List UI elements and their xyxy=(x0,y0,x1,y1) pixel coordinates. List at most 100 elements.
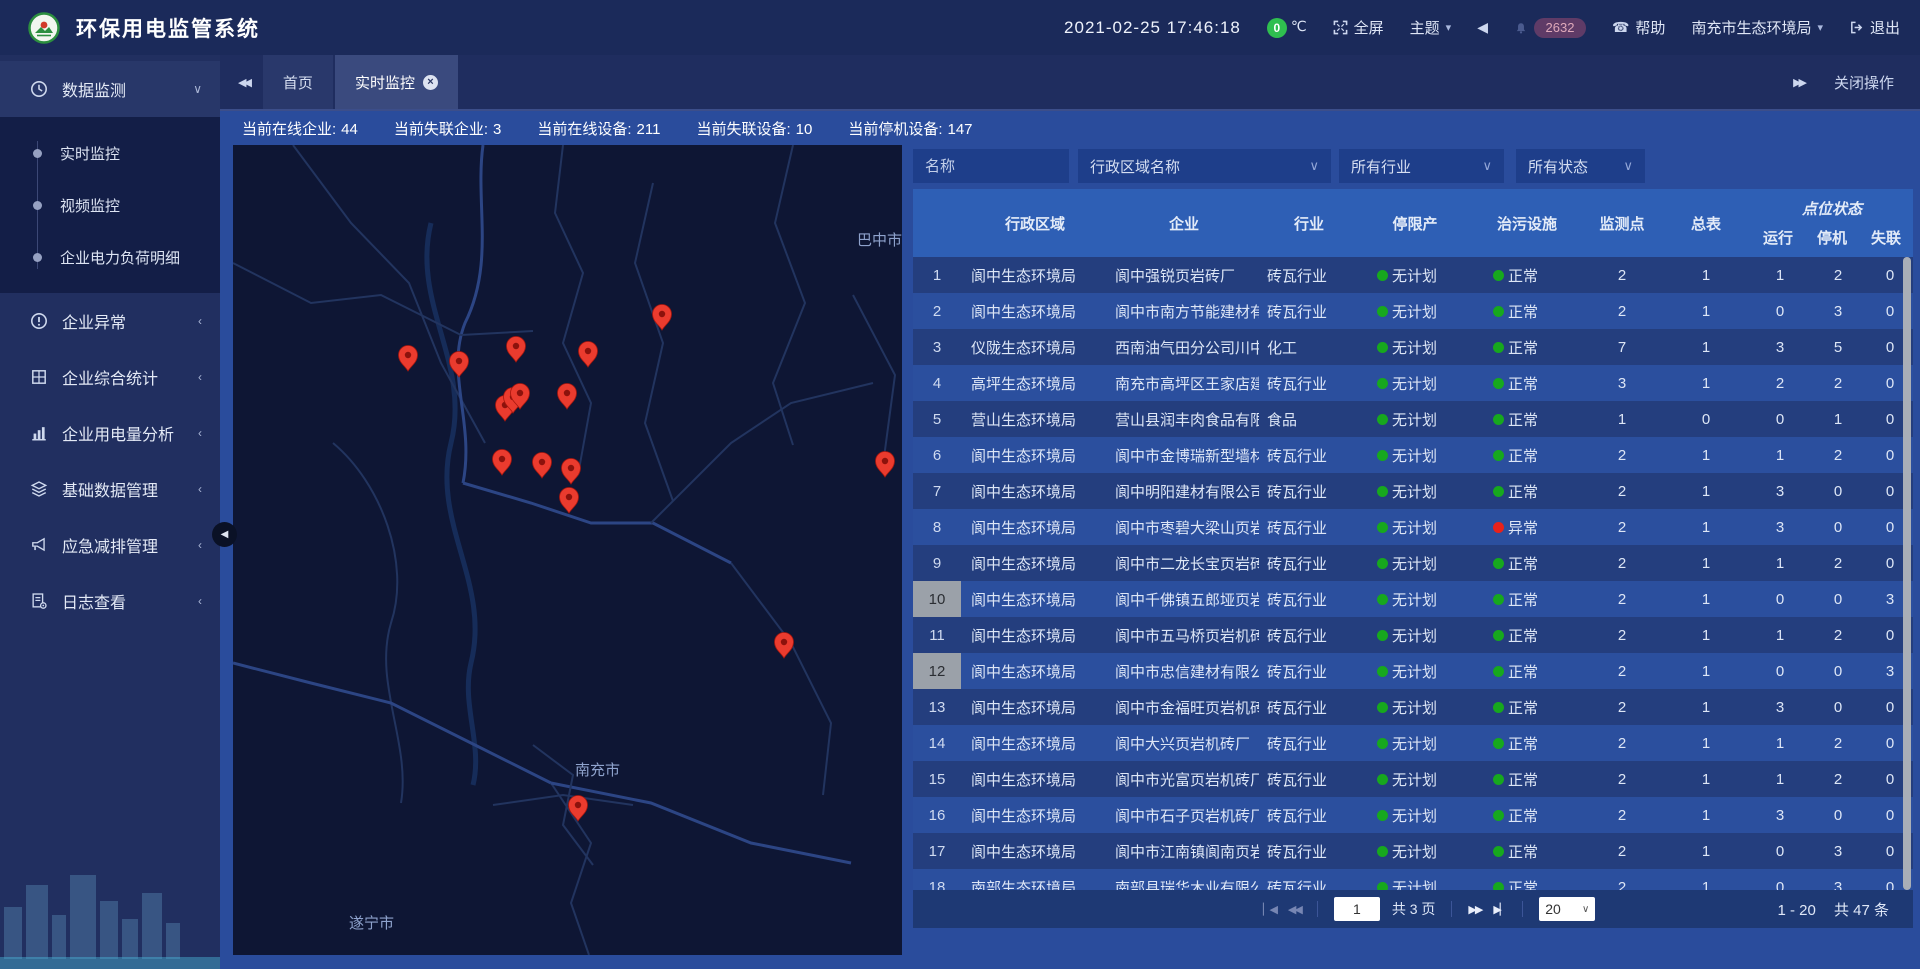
map-pin-icon[interactable] xyxy=(558,384,577,410)
monitor-count-cell: 2 xyxy=(1583,653,1661,689)
table-row[interactable]: 9阆中生态环境局阆中市二龙长宝页岩砖砖瓦行业无计划正常21120 xyxy=(913,545,1913,581)
next-page-icon[interactable]: ▶▶ xyxy=(1468,903,1481,916)
tabs-scroll-left-icon[interactable]: ◀◀ xyxy=(238,76,249,89)
map-pin-icon[interactable] xyxy=(533,453,552,479)
tabs-scroll-right-icon[interactable]: ▶▶ xyxy=(1793,76,1804,89)
volume-button[interactable]: ◀ xyxy=(1477,19,1488,36)
tab-home[interactable]: 首页 xyxy=(263,55,333,109)
tab-label: 首页 xyxy=(283,72,313,93)
total-pages-label: 共 3 页 xyxy=(1392,899,1436,919)
sidebar-item-base-data-management[interactable]: 基础数据管理‹ xyxy=(0,461,220,517)
industry-select[interactable]: 所有行业 ∨ xyxy=(1339,149,1504,183)
sidebar-item-power-usage-analysis[interactable]: 企业用电量分析‹ xyxy=(0,405,220,461)
table-row[interactable]: 12阆中生态环境局阆中市忠信建材有限公砖瓦行业无计划正常21003 xyxy=(913,653,1913,689)
sidebar-collapse-handle[interactable]: ◀ xyxy=(212,522,237,547)
table-row[interactable]: 7阆中生态环境局阆中明阳建材有限公司砖瓦行业无计划正常21300 xyxy=(913,473,1913,509)
map-pin-icon[interactable] xyxy=(653,305,672,331)
status-dot-icon xyxy=(1493,594,1504,605)
table-row[interactable]: 5营山生态环境局营山县润丰肉食品有限食品无计划正常10010 xyxy=(913,401,1913,437)
table-row[interactable]: 6阆中生态环境局阆中市金博瑞新型墙材砖瓦行业无计划正常21120 xyxy=(913,437,1913,473)
map-pin-icon[interactable] xyxy=(562,459,581,485)
row-index-cell: 16 xyxy=(913,797,961,833)
stop-status-cell: 无计划 xyxy=(1359,473,1471,509)
page-number-input[interactable] xyxy=(1334,897,1380,921)
notifications-button[interactable]: 2632 xyxy=(1514,18,1586,38)
map-city-labels: 巴中市南充市遂宁市 xyxy=(349,232,902,932)
stats-bar: 当前在线企业:44当前失联企业:3当前在线设备:211当前失联设备:10当前停机… xyxy=(220,111,1920,145)
stopped-count-cell: 2 xyxy=(1809,545,1867,581)
sidebar-subitem-realtime-monitor[interactable]: 实时监控 xyxy=(0,127,220,179)
table-row[interactable]: 3仪陇生态环境局西南油气田分公司川中化工无计划正常71350 xyxy=(913,329,1913,365)
sidebar-item-log-view[interactable]: 日志查看‹ xyxy=(0,573,220,629)
region-cell: 阆中生态环境局 xyxy=(961,437,1109,473)
table-row[interactable]: 11阆中生态环境局阆中市五马桥页岩机砖砖瓦行业无计划正常21120 xyxy=(913,617,1913,653)
map-pin-icon[interactable] xyxy=(876,452,895,478)
fullscreen-button[interactable]: 全屏 xyxy=(1333,17,1384,38)
gauge-icon xyxy=(30,80,48,98)
row-index-cell: 13 xyxy=(913,689,961,725)
table-row[interactable]: 8阆中生态环境局阆中市枣碧大梁山页岩砖瓦行业无计划异常21300 xyxy=(913,509,1913,545)
sidebar-item-label: 企业综合统计 xyxy=(62,365,198,389)
range-label: 1 - 20 xyxy=(1777,902,1815,919)
org-dropdown[interactable]: 南充市生态环境局 ▾ xyxy=(1691,17,1823,38)
prev-page-icon[interactable]: ◀◀ xyxy=(1288,903,1301,916)
logout-button[interactable]: 退出 xyxy=(1849,17,1900,38)
pagination-bar: ▏◀ ◀◀ 共 3 页 ▶▶ ▶▏ 20 ∨ 1 - 20 共 xyxy=(913,890,1913,928)
status-select[interactable]: 所有状态 ∨ xyxy=(1516,149,1645,183)
map-city-label: 南充市 xyxy=(575,762,620,779)
map-panel[interactable]: 巴中市南充市遂宁市 xyxy=(233,145,902,955)
sidebar-item-emergency-reduction[interactable]: 应急减排管理‹ xyxy=(0,517,220,573)
running-count-cell: 3 xyxy=(1751,689,1809,725)
table-row[interactable]: 13阆中生态环境局阆中市金福旺页岩机砖砖瓦行业无计划正常21300 xyxy=(913,689,1913,725)
help-button[interactable]: ☎ 帮助 xyxy=(1612,17,1665,38)
sidebar-item-data-monitoring[interactable]: 数据监测∨ xyxy=(0,61,220,117)
table-row[interactable]: 15阆中生态环境局阆中市光富页岩机砖厂砖瓦行业无计划正常21120 xyxy=(913,761,1913,797)
sidebar-item-enterprise-abnormal[interactable]: 企业异常‹ xyxy=(0,293,220,349)
first-page-icon[interactable]: ▏◀ xyxy=(1263,903,1276,916)
table-row[interactable]: 18南部生态环境局南部县瑞华木业有限公砖瓦行业无计划正常21030 xyxy=(913,869,1913,890)
close-operations-button[interactable]: 关闭操作 xyxy=(1834,72,1894,93)
row-index-cell: 2 xyxy=(913,293,961,329)
name-search-input[interactable] xyxy=(913,149,1069,183)
sidebar-item-enterprise-statistics[interactable]: 企业综合统计‹ xyxy=(0,349,220,405)
status-dot-icon xyxy=(1493,702,1504,713)
table-row[interactable]: 1阆中生态环境局阆中强锐页岩砖厂砖瓦行业无计划正常21120 xyxy=(913,257,1913,293)
sidebar-subitem-video-monitor[interactable]: 视频监控 xyxy=(0,179,220,231)
region-select[interactable]: 行政区域名称 ∨ xyxy=(1078,149,1331,183)
stopped-count-cell: 0 xyxy=(1809,797,1867,833)
temperature-widget: 0 ℃ xyxy=(1267,18,1307,38)
page-size-select[interactable]: 20 ∨ xyxy=(1539,897,1595,921)
map-pin-icon[interactable] xyxy=(569,796,588,822)
close-icon[interactable]: × xyxy=(423,75,438,90)
stat-value: 3 xyxy=(493,121,501,138)
total-meter-cell: 1 xyxy=(1661,509,1751,545)
stop-status-cell: 无计划 xyxy=(1359,545,1471,581)
facility-status-cell: 正常 xyxy=(1471,257,1583,293)
stop-status-cell: 无计划 xyxy=(1359,437,1471,473)
map-pin-icon[interactable] xyxy=(775,633,794,659)
table-row[interactable]: 16阆中生态环境局阆中市石子页岩机砖厂砖瓦行业无计划正常21300 xyxy=(913,797,1913,833)
table-row[interactable]: 4高坪生态环境局南充市高坪区王家店建砖瓦行业无计划正常31220 xyxy=(913,365,1913,401)
column-header-company: 企业 xyxy=(1109,189,1259,257)
sidebar-subitem-power-load-detail[interactable]: 企业电力负荷明细 xyxy=(0,231,220,283)
tab-realtime[interactable]: 实时监控× xyxy=(335,55,458,109)
status-dot-icon xyxy=(1377,666,1388,677)
map-pin-icon[interactable] xyxy=(507,337,526,363)
map-pin-icon[interactable] xyxy=(493,450,512,476)
last-page-icon[interactable]: ▶▏ xyxy=(1493,903,1506,916)
map-pin-icon[interactable] xyxy=(560,488,579,514)
map-pin-icon[interactable] xyxy=(399,346,418,372)
table-row[interactable]: 17阆中生态环境局阆中市江南镇阆南页岩砖瓦行业无计划正常21030 xyxy=(913,833,1913,869)
table-scrollbar[interactable] xyxy=(1903,257,1911,890)
table-row[interactable]: 2阆中生态环境局阆中市南方节能建材有砖瓦行业无计划正常21030 xyxy=(913,293,1913,329)
total-meter-cell: 1 xyxy=(1661,581,1751,617)
status-dot-icon xyxy=(1493,630,1504,641)
map-pin-icon[interactable] xyxy=(579,342,598,368)
monitor-count-cell: 2 xyxy=(1583,617,1661,653)
table-row[interactable]: 14阆中生态环境局阆中大兴页岩机砖厂砖瓦行业无计划正常21120 xyxy=(913,725,1913,761)
skyline-decoration xyxy=(0,819,220,969)
theme-dropdown[interactable]: 主题 ▾ xyxy=(1410,17,1452,38)
table-row[interactable]: 10阆中生态环境局阆中千佛镇五郎垭页岩砖瓦行业无计划正常21003 xyxy=(913,581,1913,617)
sidebar-item-label: 企业用电量分析 xyxy=(62,421,198,445)
running-count-cell: 0 xyxy=(1751,401,1809,437)
